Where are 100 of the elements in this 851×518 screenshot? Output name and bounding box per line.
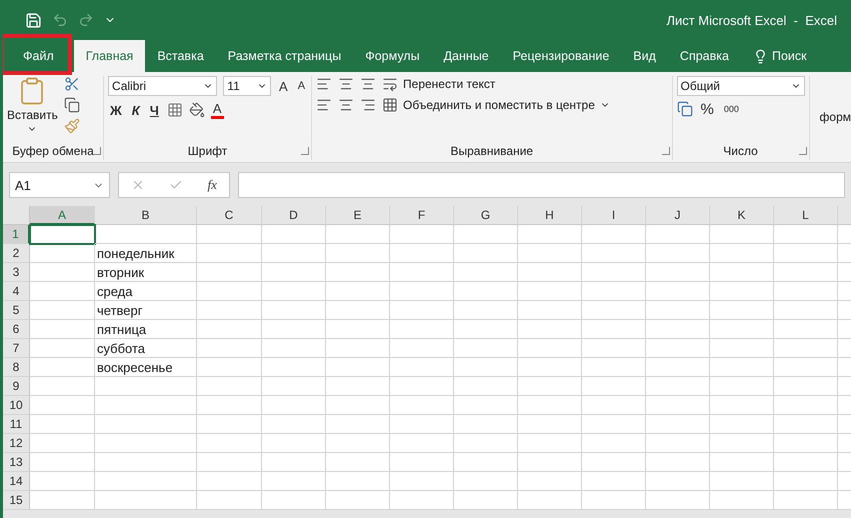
empty-cell [710,263,774,282]
empty-cell [582,263,646,282]
thousands-button[interactable]: 000 [722,102,741,116]
column-header[interactable]: I [582,206,646,225]
row-header[interactable]: 13 [3,453,30,472]
empty-cell [710,282,774,301]
merge-icon [382,97,398,113]
italic-button[interactable]: К [130,102,142,118]
ribbon-tab[interactable]: Разметка страницы [216,40,354,72]
empty-cell [390,415,454,434]
formula-field[interactable] [238,172,845,198]
empty-cell [454,434,518,453]
row-header[interactable]: 1 [3,225,30,244]
ribbon-tab[interactable]: Справка [668,40,741,72]
font-name-field[interactable]: Calibri [108,76,218,96]
empty-cell [390,472,454,491]
empty-cell [262,301,326,320]
ribbon-tab[interactable]: Главная [74,40,146,72]
dialog-launcher-icon[interactable] [798,147,807,155]
ribbon-tab[interactable]: Рецензирование [500,40,622,72]
column-header[interactable]: G [454,206,518,225]
name-box[interactable]: A1 [9,172,110,198]
number-format-field[interactable]: Общий [676,76,805,96]
row-header[interactable]: 6 [3,320,30,339]
search-tab[interactable]: Поиск [740,40,819,72]
row-header[interactable]: 8 [3,358,30,377]
scissors-icon[interactable] [64,76,80,92]
underline-button[interactable]: Ч [148,102,161,118]
save-icon[interactable] [25,12,42,28]
bold-button[interactable]: Ж [108,102,124,118]
empty-cell [454,244,518,263]
copy-icon[interactable] [64,97,80,113]
align-right-icon[interactable] [360,97,376,113]
ribbon-tab[interactable]: Вид [621,40,668,72]
align-center-icon[interactable] [338,97,354,113]
row-header[interactable]: 7 [3,339,30,358]
empty-cell [646,415,710,434]
dialog-launcher-icon[interactable] [662,147,670,155]
redo-icon[interactable] [78,12,94,28]
align-middle-icon[interactable] [338,76,354,92]
column-header[interactable]: L [774,206,838,225]
borders-icon[interactable] [166,102,183,118]
ribbon-tab[interactable]: Данные [432,40,501,72]
row-header[interactable]: 4 [3,282,30,301]
row-header[interactable]: 10 [3,396,30,415]
empty-cell [518,301,582,320]
empty-cell [390,244,454,263]
row-header[interactable]: 11 [3,415,30,434]
ribbon-tab[interactable]: Вставка [145,40,216,72]
column-header[interactable]: F [390,206,454,225]
row-header[interactable]: 3 [3,263,30,282]
grow-font-button[interactable]: A [277,78,290,94]
empty-cell [646,282,710,301]
ribbon-tab[interactable]: Формулы [353,40,432,72]
font-size-field[interactable]: 11 [223,76,272,96]
empty-cell [646,434,710,453]
fill-color-icon[interactable] [188,102,205,118]
row-header[interactable]: 2 [3,244,30,263]
empty-cell [518,472,582,491]
format-painter-icon[interactable] [64,118,80,134]
align-top-icon[interactable] [316,76,332,92]
merge-center-button[interactable]: Объединить и поместить в центре [382,97,610,113]
empty-cell [197,453,262,472]
undo-icon[interactable] [52,12,68,28]
column-header[interactable]: A [30,206,95,225]
empty-cell [646,491,710,510]
row-header[interactable]: 14 [3,472,30,491]
row-header[interactable]: 9 [3,377,30,396]
empty-cell [774,320,838,339]
column-header[interactable]: J [646,206,710,225]
align-bottom-icon[interactable] [360,76,376,92]
empty-cell [326,491,390,510]
empty-cell [454,472,518,491]
font-color-button[interactable]: A [210,101,224,119]
empty-cell [390,301,454,320]
empty-cell [262,472,326,491]
wrap-text-button[interactable]: Перенести текст [382,76,610,92]
percent-button[interactable]: % [698,102,716,116]
empty-cell [262,225,326,244]
row-header[interactable]: 15 [3,491,30,510]
column-header[interactable]: B [95,206,197,225]
empty-cell [197,415,262,434]
row-header[interactable]: 5 [3,301,30,320]
dialog-launcher-icon[interactable] [301,147,310,155]
align-left-icon[interactable] [316,97,332,113]
row-header[interactable]: 12 [3,434,30,453]
column-header[interactable]: E [326,206,390,225]
column-header[interactable]: D [262,206,326,225]
empty-cell [197,491,262,510]
column-header[interactable]: C [197,206,262,225]
column-header[interactable]: H [518,206,582,225]
empty-cell [390,434,454,453]
file-tab[interactable]: Файл [3,40,74,72]
insert-function-button[interactable]: fx [208,177,217,193]
shrink-font-button[interactable]: A [296,78,308,94]
paste-button[interactable]: Вставить [7,76,58,144]
empty-cell [646,472,710,491]
table-cell: вторник [95,263,197,282]
column-header[interactable]: K [710,206,774,225]
dialog-launcher-icon[interactable] [93,147,102,155]
